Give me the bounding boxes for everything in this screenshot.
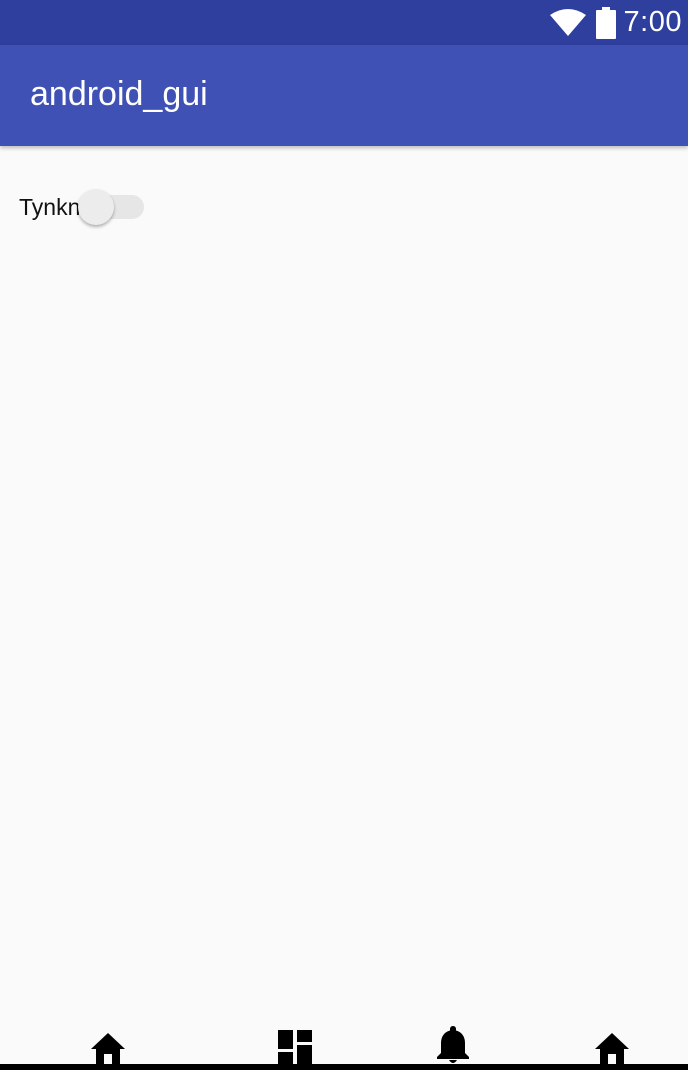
app-title: android_gui <box>30 75 208 113</box>
bottom-divider <box>0 1064 688 1070</box>
wifi-icon <box>549 8 586 37</box>
dashboard-icon <box>278 1030 312 1064</box>
switch-row[interactable]: Tynkn <box>19 189 146 225</box>
main-content: Tynkn <box>0 146 688 1016</box>
nav-item-dashboard[interactable] <box>275 1024 315 1064</box>
nav-item-home-2[interactable] <box>592 1024 632 1064</box>
app-bar: android_gui <box>0 45 688 146</box>
nav-item-notifications[interactable] <box>433 1024 473 1064</box>
nav-item-home[interactable] <box>88 1024 128 1064</box>
home-icon <box>595 1033 629 1064</box>
status-time: 7:00 <box>623 6 682 38</box>
home-icon <box>91 1033 125 1064</box>
switch-thumb[interactable] <box>78 189 115 225</box>
switch-label: Tynkn <box>19 193 81 220</box>
status-bar: 7:00 <box>0 0 688 45</box>
bottom-navigation <box>0 1016 688 1066</box>
battery-icon <box>595 6 616 39</box>
toggle-switch[interactable] <box>78 189 146 225</box>
notifications-icon <box>437 1026 469 1063</box>
